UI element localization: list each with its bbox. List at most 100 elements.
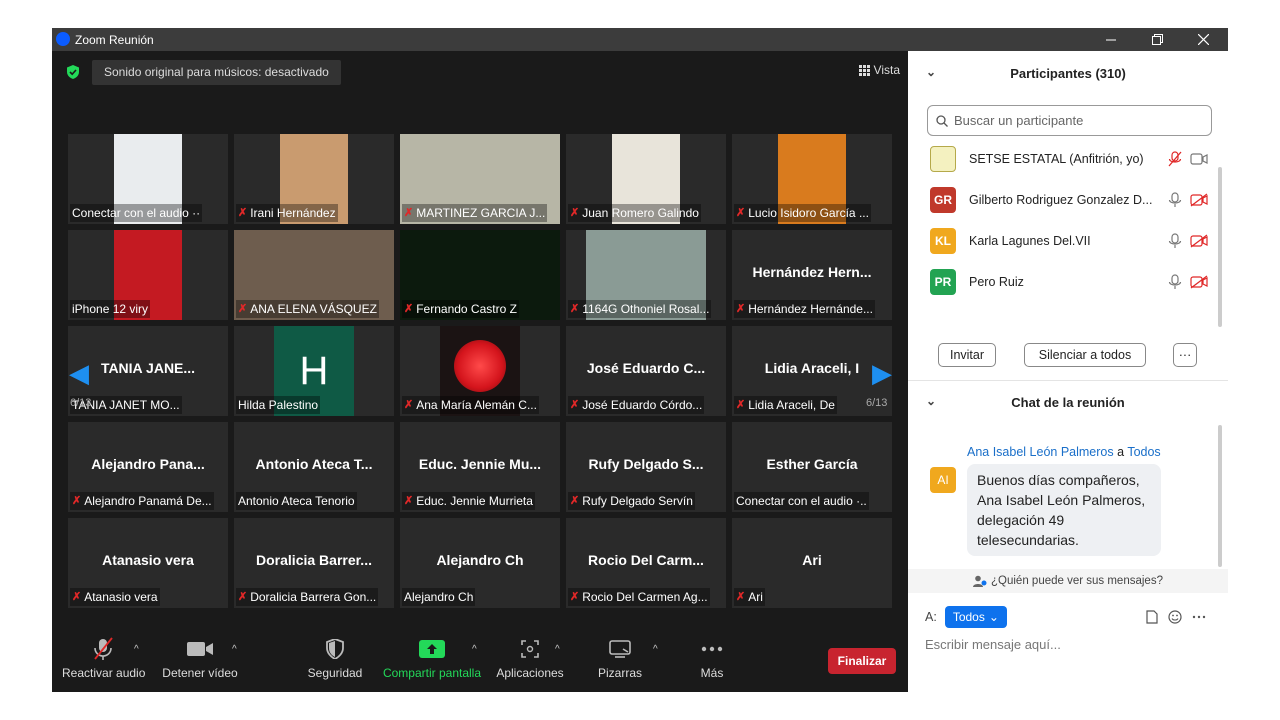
whiteboards-button[interactable]: Pizarras (592, 634, 648, 680)
muted-mic-icon: ✗ (404, 207, 414, 219)
apps-button[interactable]: Aplicaciones (494, 634, 566, 680)
video-tile[interactable]: ✗ Lucio Isidoro García ... (732, 134, 892, 224)
end-meeting-button[interactable]: Finalizar (828, 648, 896, 674)
video-tile[interactable]: Hernández Hern... ✗ Hernández Hernánde... (732, 230, 892, 320)
video-tile[interactable]: ✗ Ana María Alemán C... (400, 326, 560, 416)
collapse-chat-chevron-icon[interactable]: ⌄ (926, 394, 936, 408)
who-can-see-messages[interactable]: ¿Quién puede ver sus mensajes? (908, 569, 1228, 593)
video-off-icon (1190, 234, 1208, 248)
security-shield-icon (326, 639, 344, 659)
participant-name: Rufy Delgado Servín (582, 494, 693, 508)
tile-name-label: ✗ Irani Hernández (236, 204, 338, 222)
video-tile[interactable]: Rufy Delgado S... ✗ Rufy Delgado Servín (566, 422, 726, 512)
participant-search-input[interactable]: Buscar un participante (927, 105, 1212, 136)
avatar (930, 146, 956, 172)
invite-button[interactable]: Invitar (938, 343, 996, 367)
security-button[interactable]: Seguridad (302, 634, 368, 680)
mic-icon (1168, 192, 1182, 207)
video-tile[interactable]: Alejandro Ch Alejandro Ch (400, 518, 560, 608)
stop-video-button[interactable]: Detener vídeo (160, 634, 240, 680)
tile-display-name: Antonio Ateca T... (255, 456, 373, 472)
participant-name: iPhone 12 viry (72, 302, 149, 316)
video-tile[interactable]: Alejandro Pana... ✗ Alejandro Panamá De... (68, 422, 228, 512)
more-button[interactable]: Más (690, 634, 734, 680)
grid-view-icon (858, 64, 870, 76)
tile-name-label: ✗ José Eduardo Córdo... (568, 396, 705, 414)
video-tile[interactable]: Atanasio vera ✗ Atanasio vera (68, 518, 228, 608)
tile-name-label: Hilda Palestino (236, 396, 321, 414)
participant-row[interactable]: KL Karla Lagunes Del.VII (930, 226, 1208, 256)
video-tile[interactable]: José Eduardo C... ✗ José Eduardo Córdo... (566, 326, 726, 416)
tile-display-name: Educ. Jennie Mu... (418, 456, 542, 472)
tile-name-label: ✗ Lidia Araceli, De (734, 396, 837, 414)
mic-icon (1168, 233, 1182, 248)
video-tile[interactable]: iPhone 12 viry (68, 230, 228, 320)
chat-scrollbar[interactable] (1218, 425, 1222, 567)
file-icon[interactable] (1146, 610, 1158, 624)
share-options-caret-icon[interactable]: ^ (472, 644, 477, 655)
unmute-button[interactable]: Reactivar audio (62, 634, 145, 680)
restore-button[interactable] (1134, 28, 1180, 51)
collapse-participants-chevron-icon[interactable]: ⌄ (926, 65, 936, 79)
original-sound-status[interactable]: Sonido original para músicos: desactivad… (92, 60, 341, 85)
participant-name: Ari (748, 590, 763, 604)
whiteboards-options-caret-icon[interactable]: ^ (653, 644, 658, 655)
minimize-button[interactable] (1088, 28, 1134, 51)
video-tile[interactable]: H Hilda Palestino (234, 326, 394, 416)
participant-name: Conectar con el audio ·· (72, 206, 201, 220)
participant-name: Atanasio vera (84, 590, 158, 604)
participant-name: Doralicia Barrera Gon... (250, 590, 377, 604)
video-tile[interactable]: Esther García Conectar con el audio ·.. (732, 422, 892, 512)
participant-name: Pero Ruiz (969, 275, 1024, 289)
encryption-shield-icon[interactable] (66, 65, 80, 79)
video-tile[interactable]: Rocio Del Carm... ✗ Rocio Del Carmen Ag... (566, 518, 726, 608)
participant-name: Educ. Jennie Murrieta (416, 494, 533, 508)
video-tile[interactable]: ✗ ANA ELENA VÁSQUEZ (234, 230, 394, 320)
participant-row[interactable]: SETSE ESTATAL (Anfitrión, yo) (930, 144, 1208, 174)
video-options-caret-icon[interactable]: ^ (232, 644, 237, 655)
title-bar: Zoom Reunión (52, 28, 1228, 51)
participant-row[interactable]: GR Gilberto Rodriguez Gonzalez D... (930, 185, 1208, 215)
share-screen-button[interactable]: Compartir pantalla (380, 634, 484, 680)
video-tile[interactable]: ✗ 1164G Othoniel Rosal... (566, 230, 726, 320)
tile-name-label: Alejandro Ch (402, 588, 476, 606)
tile-name-label: ✗ MARTINEZ GARCIA J... (402, 204, 548, 222)
emoji-icon[interactable] (1168, 610, 1182, 624)
video-tile[interactable]: Antonio Ateca T... Antonio Ateca Tenorio (234, 422, 394, 512)
chat-message-input[interactable]: Escribir mensaje aquí... (925, 637, 1061, 652)
avatar: GR (930, 187, 956, 213)
mute-all-button[interactable]: Silenciar a todos (1024, 343, 1146, 367)
video-tile[interactable]: Ari ✗ Ari (732, 518, 892, 608)
tile-name-label: Conectar con el audio ·· (70, 204, 203, 222)
video-tile[interactable]: ✗ Fernando Castro Z (400, 230, 560, 320)
chat-more-icon[interactable] (1192, 615, 1206, 619)
tile-display-name: Hernández Hern... (752, 264, 872, 280)
who-can-see-label: ¿Quién puede ver sus mensajes? (991, 575, 1163, 587)
video-tile[interactable]: Conectar con el audio ·· (68, 134, 228, 224)
chat-sender[interactable]: Ana Isabel León Palmeros (967, 445, 1114, 459)
video-tile[interactable]: ✗ MARTINEZ GARCIA J... (400, 134, 560, 224)
previous-page-arrow-icon[interactable]: ◀ (69, 358, 89, 389)
video-tile[interactable]: ✗ Juan Romero Galindo (566, 134, 726, 224)
chat-to-word: a (1117, 445, 1125, 459)
next-page-arrow-icon[interactable]: ▶ (872, 358, 892, 389)
participant-row[interactable]: PR Pero Ruiz (930, 267, 1208, 297)
participant-name: Irani Hernández (250, 206, 336, 220)
audio-options-caret-icon[interactable]: ^ (134, 644, 139, 655)
video-tile[interactable]: Educ. Jennie Mu... ✗ Educ. Jennie Murrieta (400, 422, 560, 512)
stop-video-label: Detener vídeo (162, 666, 238, 680)
zoom-window: Zoom Reunión Sonido original para músico… (52, 28, 1228, 692)
apps-options-caret-icon[interactable]: ^ (555, 644, 560, 655)
video-tile[interactable]: Doralicia Barrer... ✗ Doralicia Barrera Go… (234, 518, 394, 608)
tile-display-name: Lidia Araceli, I (764, 360, 860, 376)
participant-name: Rocio Del Carmen Ag... (582, 590, 708, 604)
muted-mic-icon: ✗ (404, 495, 414, 507)
video-tile[interactable]: TANIA JANE... TANIA JANET MO... (68, 326, 228, 416)
participant-list-scrollbar[interactable] (1218, 167, 1222, 327)
tile-name-label: ✗ Rufy Delgado Servín (568, 492, 695, 510)
close-button[interactable] (1180, 28, 1226, 51)
view-button[interactable]: Vista (858, 63, 900, 77)
video-tile[interactable]: ✗ Irani Hernández (234, 134, 394, 224)
chat-recipient-dropdown[interactable]: Todos ⌄ (944, 606, 1007, 628)
participants-more-button[interactable]: ··· (1173, 343, 1197, 367)
